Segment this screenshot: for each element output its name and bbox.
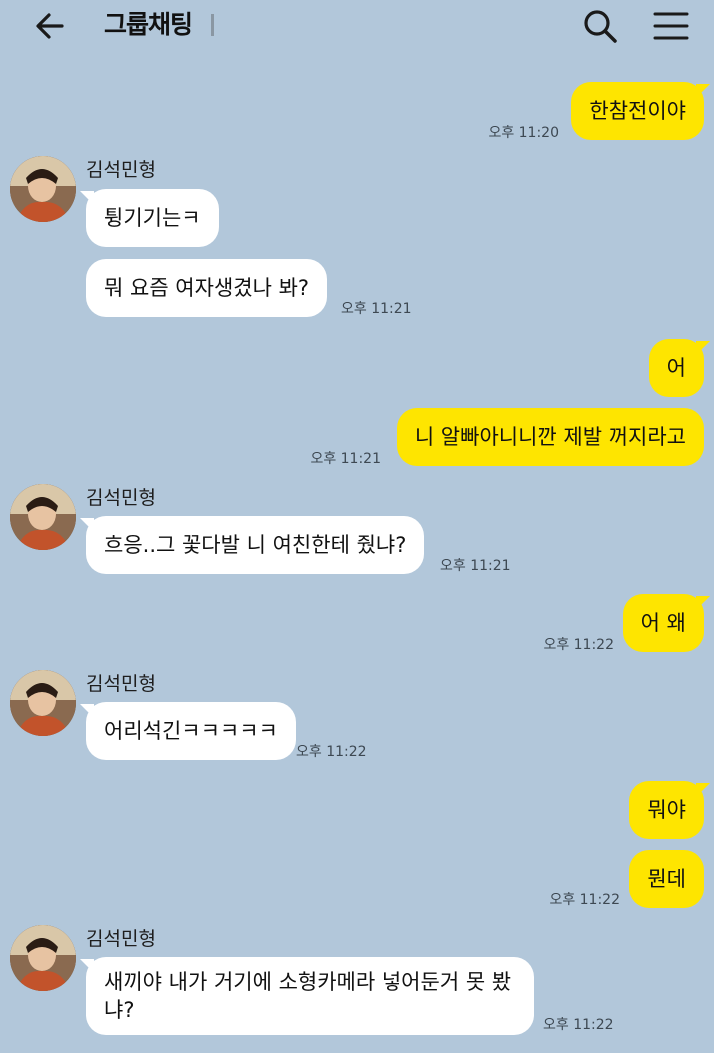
avatar[interactable] [10,484,76,550]
other-message-bubble[interactable]: 새끼야 내가 거기에 소형카메라 넣어둔거 못 봤냐? [80,957,534,1035]
hamburger-menu-icon[interactable] [652,8,690,44]
message-time: 오후 11:21 [310,451,381,467]
other-message-bubble[interactable]: 튕기기는ㅋ [80,189,219,247]
message-time: 오후 11:22 [543,637,614,653]
avatar[interactable] [10,925,76,991]
avatar[interactable] [10,156,76,222]
chat-header: 그룹채팅 [0,0,714,52]
message-time: 오후 11:22 [543,1017,614,1033]
sender-name: 김석민형 [86,159,156,181]
avatar[interactable] [10,670,76,736]
message-time: 오후 11:21 [440,558,511,574]
profile-photo [10,670,76,736]
sender-name: 김석민형 [86,928,156,950]
my-message-bubble[interactable]: 한참전이야 [571,82,710,140]
title-separator [211,14,214,36]
profile-photo [10,484,76,550]
message-time: 오후 11:20 [488,125,559,141]
my-message-bubble[interactable]: 뭔데 [629,850,704,908]
sender-name: 김석민형 [86,673,156,695]
other-message-bubble[interactable]: 어리석긴ㅋㅋㅋㅋㅋ [80,702,296,760]
search-icon[interactable] [580,6,620,46]
profile-photo [10,156,76,222]
other-message-bubble[interactable]: 뭐 요즘 여자생겼나 봐? [86,259,328,317]
message-time: 오후 11:22 [296,744,367,760]
chat-title: 그룹채팅 [104,10,193,39]
profile-photo [10,925,76,991]
sender-name: 김석민형 [86,487,156,509]
message-time: 오후 11:21 [341,301,412,317]
back-arrow-icon[interactable] [32,8,68,44]
my-message-bubble[interactable]: 니 알빠아니니깐 제발 꺼지라고 [396,408,704,466]
my-message-bubble[interactable]: 뭐야 [629,781,710,839]
my-message-bubble[interactable]: 어 [648,339,711,397]
my-message-bubble[interactable]: 어 왜 [622,594,711,652]
message-time: 오후 11:22 [549,892,620,908]
other-message-bubble[interactable]: 흐응..그 꽃다발 니 여친한테 줬냐? [79,516,425,574]
